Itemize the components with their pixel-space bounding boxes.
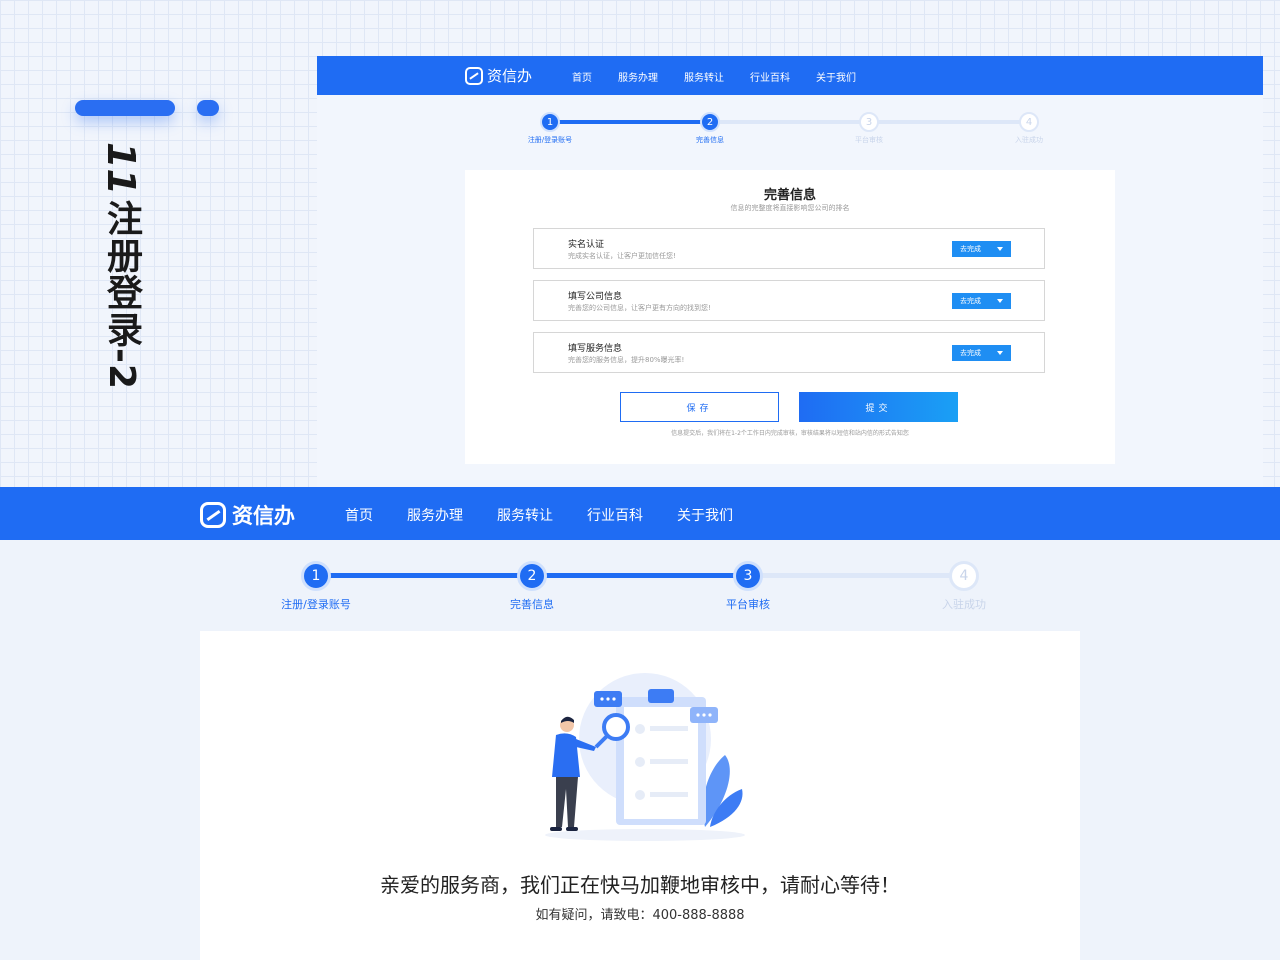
main-menu: 首页 服务办理 服务转让 行业百科 关于我们 — [345, 505, 767, 525]
task-title: 填写公司信息 — [568, 292, 623, 302]
step-label: 注册/登录账号 — [527, 136, 573, 144]
step-label: 平台审核 — [726, 598, 770, 611]
card-title: 完善信息 — [763, 188, 816, 203]
task-real-name: 实名认证 完成实名认证，让客户更加信任您! 去完成 — [533, 228, 1045, 269]
nav-item-wiki[interactable]: 行业百科 — [750, 69, 790, 84]
review-message: 亲爱的服务商，我们正在快马加鞭地审核中，请耐心等待！ — [380, 873, 900, 897]
task-desc: 完善您的服务信息，提升80%曝光率! — [568, 356, 685, 364]
step-1: 1 注册/登录账号 — [256, 561, 376, 612]
clipboard-clip — [648, 689, 674, 703]
decor-dot — [197, 100, 219, 116]
step-3: 3 平台审核 — [688, 561, 808, 612]
step-label: 入驻成功 — [942, 598, 986, 611]
step-2: 2 完善信息 — [472, 561, 592, 612]
reviewing-illustration — [545, 673, 745, 841]
section-text: 注册登录-2 — [101, 200, 142, 391]
go-complete-button[interactable]: 去完成 — [952, 241, 1011, 257]
step-4: 4 入驻成功 — [904, 561, 1024, 612]
main-logo[interactable]: 资信办 — [200, 500, 295, 530]
step-number: 4 — [1019, 112, 1039, 132]
nav-item-service[interactable]: 服务办理 — [407, 505, 463, 525]
step-label: 完善信息 — [696, 136, 724, 144]
go-complete-button[interactable]: 去完成 — [952, 293, 1011, 309]
step-3: 3 平台审核 — [819, 112, 919, 145]
logo-icon — [465, 66, 483, 85]
person-jacket — [552, 733, 580, 777]
step-number: 2 — [517, 561, 547, 591]
task-title: 填写服务信息 — [568, 344, 623, 354]
preview-screen: 资信办 首页 服务办理 服务转让 行业百科 关于我们 1 注册/登录账号 2 完… — [317, 56, 1263, 487]
decor-bar — [75, 100, 175, 116]
section-title: 11 注册登录-2 — [95, 142, 147, 390]
step-number: 4 — [949, 561, 979, 591]
card-subtitle: 信息的完整度将直接影响您公司的排名 — [730, 204, 850, 212]
step-label: 平台审核 — [855, 136, 883, 144]
go-complete-button[interactable]: 去完成 — [952, 345, 1011, 361]
preview-logo[interactable]: 资信办 — [465, 65, 532, 86]
caret-down-icon — [997, 351, 1003, 355]
step-number: 2 — [700, 112, 720, 132]
list-bullet — [635, 724, 645, 734]
nav-item-transfer[interactable]: 服务转让 — [497, 505, 553, 525]
step-2: 2 完善信息 — [660, 112, 760, 145]
logo-icon — [200, 502, 226, 528]
list-line — [650, 726, 688, 731]
caret-down-icon — [997, 247, 1003, 251]
list-line — [650, 792, 688, 797]
task-title: 实名认证 — [568, 240, 605, 250]
button-label: 去完成 — [960, 245, 981, 253]
review-card: 亲爱的服务商，我们正在快马加鞭地审核中，请耐心等待！ 如有疑问，请致电：400-… — [200, 631, 1080, 960]
nav-item-wiki[interactable]: 行业百科 — [587, 505, 643, 525]
list-bullet — [635, 790, 645, 800]
step-number: 1 — [301, 561, 331, 591]
nav-item-service[interactable]: 服务办理 — [618, 69, 658, 84]
caret-down-icon — [997, 299, 1003, 303]
list-bullet — [635, 757, 645, 767]
info-card: 完善信息 信息的完整度将直接影响您公司的排名 实名认证 完成实名认证，让客户更加… — [465, 170, 1115, 464]
step-1: 1 注册/登录账号 — [500, 112, 600, 145]
step-label: 完善信息 — [510, 598, 554, 611]
nav-item-about[interactable]: 关于我们 — [677, 505, 733, 525]
preview-navbar: 资信办 首页 服务办理 服务转让 行业百科 关于我们 — [317, 56, 1263, 95]
nav-item-home[interactable]: 首页 — [572, 69, 592, 84]
logo-text: 资信办 — [487, 67, 533, 85]
task-service-info: 填写服务信息 完善您的服务信息，提升80%曝光率! 去完成 — [533, 332, 1045, 373]
task-desc: 完善您的公司信息，让客户更有方向的找到您! — [568, 304, 711, 312]
task-company-info: 填写公司信息 完善您的公司信息，让客户更有方向的找到您! 去完成 — [533, 280, 1045, 321]
step-4: 4 入驻成功 — [979, 112, 1079, 145]
nav-item-transfer[interactable]: 服务转让 — [684, 69, 724, 84]
step-label: 注册/登录账号 — [281, 598, 351, 611]
magnifier-icon — [602, 713, 630, 741]
main-navbar: 资信办 首页 服务办理 服务转让 行业百科 关于我们 — [0, 487, 1280, 540]
section-number: 11 — [99, 142, 143, 195]
person-legs — [556, 777, 578, 827]
review-note: 信息提交后，我们将在1-2个工作日内完成审核，审核结果将以短信和站内信的形式告知… — [671, 430, 909, 437]
nav-item-home[interactable]: 首页 — [345, 505, 373, 525]
submit-button[interactable]: 提交 — [799, 392, 958, 422]
nav-item-about[interactable]: 关于我们 — [816, 69, 856, 84]
step-label: 入驻成功 — [1015, 136, 1043, 144]
preview-menu: 首页 服务办理 服务转让 行业百科 关于我们 — [572, 69, 882, 84]
logo-text: 资信办 — [232, 504, 295, 528]
button-label: 去完成 — [960, 297, 981, 305]
task-desc: 完成实名认证，让客户更加信任您! — [568, 252, 676, 260]
list-line — [650, 759, 688, 764]
step-number: 3 — [733, 561, 763, 591]
step-number: 3 — [859, 112, 879, 132]
contact-hotline: 如有疑问，请致电：400-888-8888 — [535, 908, 745, 923]
step-number: 1 — [540, 112, 560, 132]
button-label: 去完成 — [960, 349, 981, 357]
save-button[interactable]: 保存 — [620, 392, 779, 422]
